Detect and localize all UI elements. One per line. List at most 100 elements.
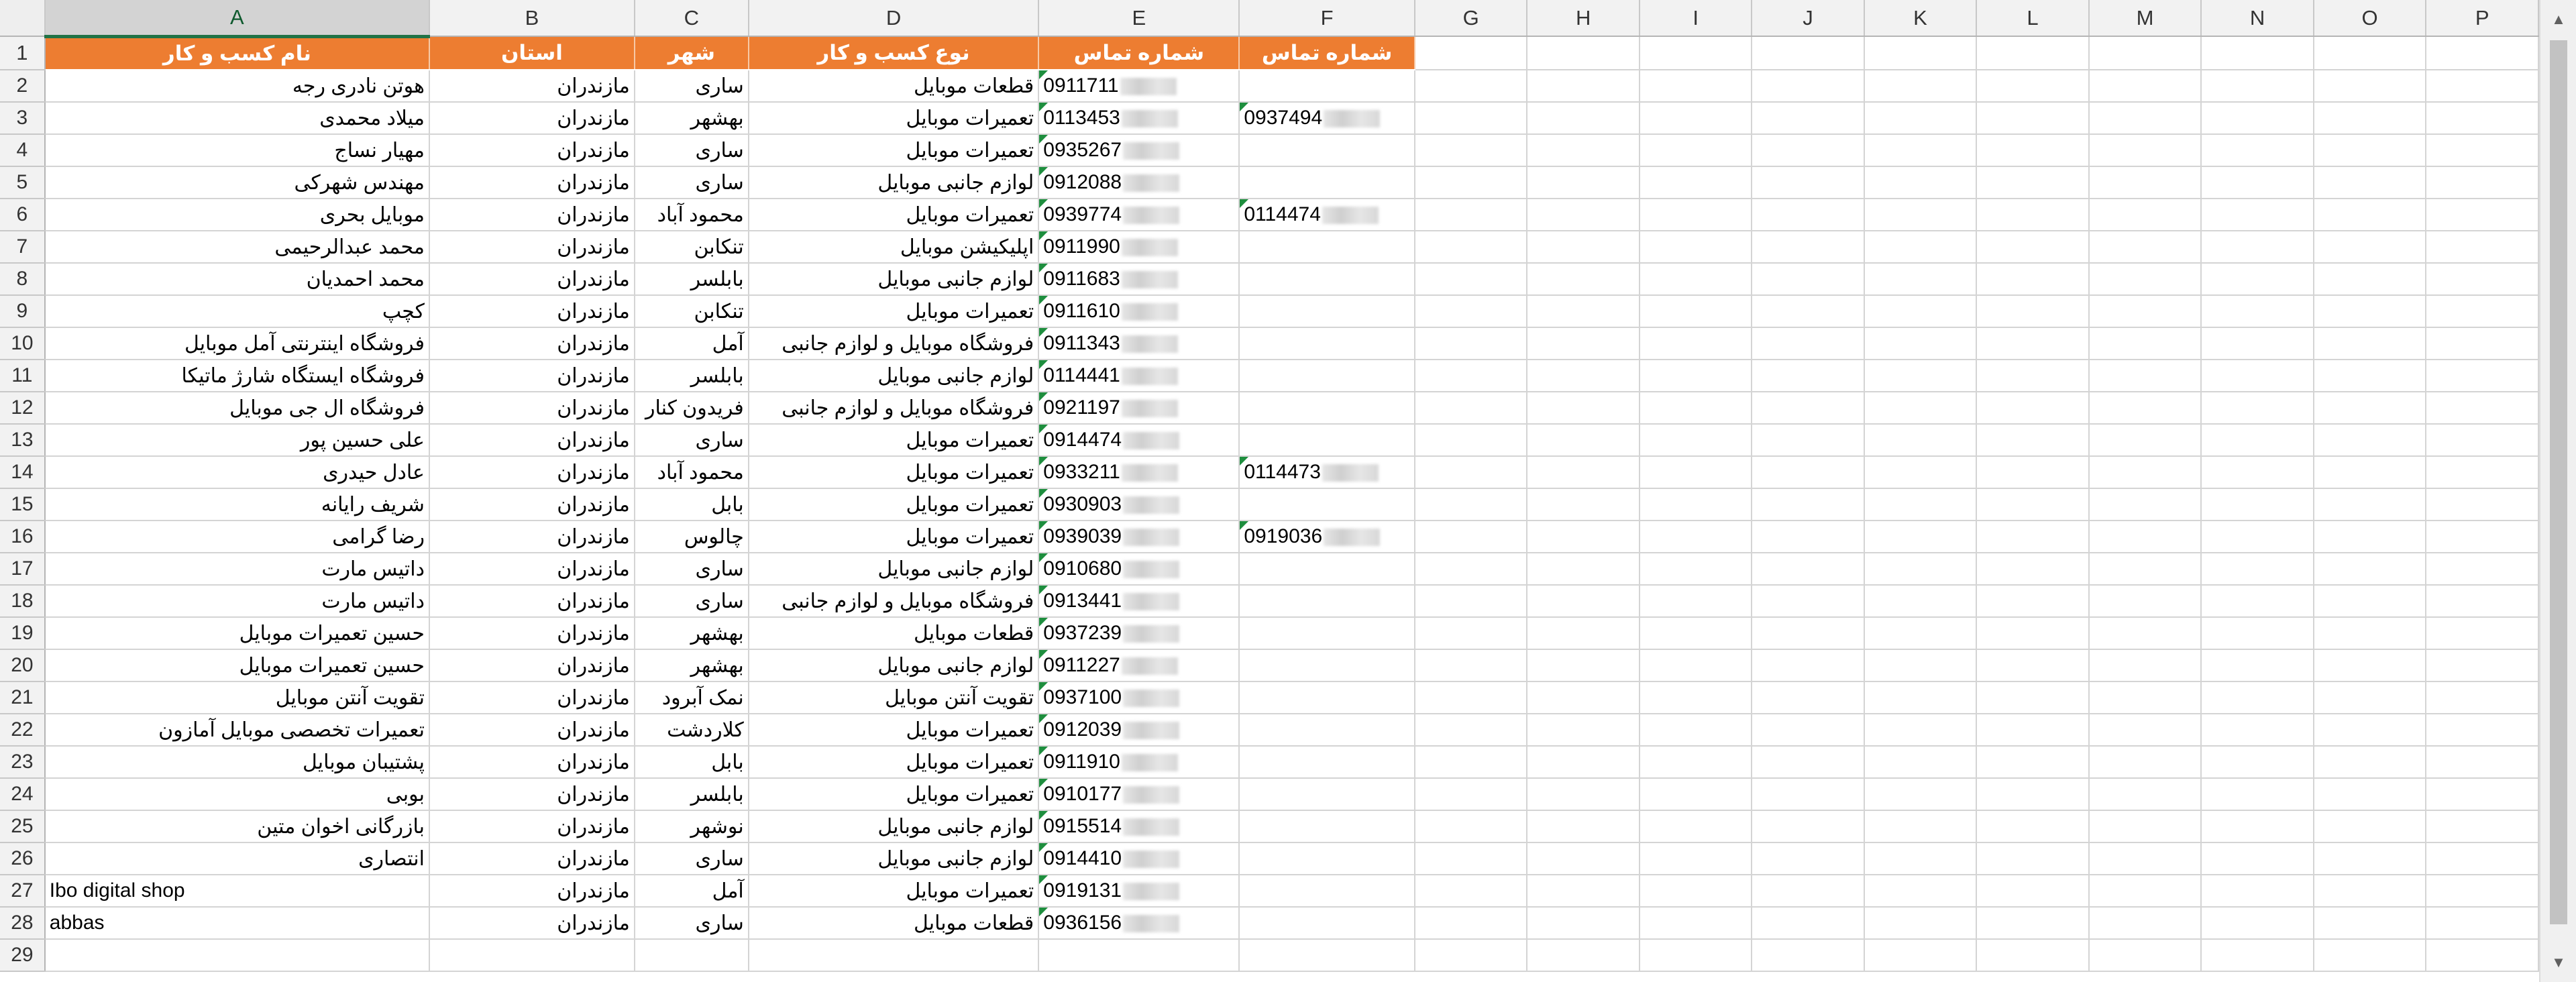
- cell-business-type[interactable]: لوازم جانبی موبایل: [748, 553, 1040, 586]
- cell[interactable]: [1527, 327, 1640, 360]
- row-header-17[interactable]: 17: [0, 553, 46, 586]
- cell[interactable]: [1976, 553, 2090, 586]
- cell[interactable]: [1864, 553, 1978, 586]
- column-header-o[interactable]: O: [2313, 0, 2427, 37]
- column-header-a[interactable]: A: [44, 0, 430, 38]
- cell[interactable]: [1414, 842, 1528, 875]
- cell-phone[interactable]: 0910680: [1038, 553, 1240, 586]
- cell[interactable]: [1864, 778, 1978, 811]
- cell-province[interactable]: مازندران: [429, 842, 635, 875]
- cell[interactable]: [1752, 617, 1865, 650]
- cell-business-name[interactable]: موبایل بحری: [44, 199, 430, 231]
- cell[interactable]: [1976, 585, 2090, 618]
- cell[interactable]: [2313, 939, 2427, 972]
- cell[interactable]: [1527, 102, 1640, 135]
- row-header-1[interactable]: 1: [0, 36, 46, 70]
- cell-business-name[interactable]: abbas: [44, 907, 430, 940]
- cell-business-name[interactable]: رضا گرامی: [44, 521, 430, 553]
- cell-phone-2[interactable]: [1239, 617, 1415, 650]
- cell[interactable]: [1976, 875, 2090, 908]
- cell[interactable]: [1752, 424, 1865, 457]
- cell[interactable]: [1864, 907, 1978, 940]
- cell[interactable]: [2088, 488, 2202, 521]
- cell[interactable]: [1976, 327, 2090, 360]
- row-header-5[interactable]: 5: [0, 166, 46, 199]
- cell[interactable]: [1527, 134, 1640, 167]
- cell[interactable]: [1639, 166, 1753, 199]
- cell[interactable]: [1976, 392, 2090, 425]
- cell[interactable]: [1752, 134, 1865, 167]
- cell-business-type[interactable]: تقویت آنتن موبایل: [748, 681, 1040, 714]
- cell[interactable]: [1639, 424, 1753, 457]
- cell[interactable]: [1414, 810, 1528, 843]
- cell[interactable]: [2426, 199, 2539, 231]
- cell[interactable]: [1752, 360, 1865, 392]
- cell[interactable]: [1639, 810, 1753, 843]
- select-all-corner[interactable]: [0, 0, 46, 37]
- cell[interactable]: [1639, 521, 1753, 553]
- cell[interactable]: [2426, 714, 2539, 747]
- cell[interactable]: [2313, 714, 2427, 747]
- cell-phone[interactable]: 0912088: [1038, 166, 1240, 199]
- cell[interactable]: [2201, 263, 2314, 296]
- cell[interactable]: [1864, 488, 1978, 521]
- column-header-k[interactable]: K: [1864, 0, 1978, 37]
- cell-city[interactable]: نمک آبرود: [634, 681, 749, 714]
- cell-business-type[interactable]: تعمیرات موبایل: [748, 295, 1040, 328]
- cell[interactable]: [1752, 553, 1865, 586]
- cell-business-type[interactable]: تعمیرات موبایل: [748, 102, 1040, 135]
- cell[interactable]: [1864, 521, 1978, 553]
- header-cell-business-type[interactable]: نوع کسب و کار: [748, 36, 1040, 70]
- column-header-m[interactable]: M: [2088, 0, 2202, 37]
- cell-phone-2[interactable]: [1239, 778, 1415, 811]
- cell-phone[interactable]: 0914474: [1038, 424, 1240, 457]
- cell[interactable]: [1639, 681, 1753, 714]
- row-header-7[interactable]: 7: [0, 231, 46, 264]
- cell[interactable]: [1414, 939, 1528, 972]
- cell[interactable]: [2426, 134, 2539, 167]
- row-header-13[interactable]: 13: [0, 424, 46, 457]
- cell-province[interactable]: مازندران: [429, 295, 635, 328]
- cell[interactable]: [2426, 327, 2539, 360]
- cell-business-name[interactable]: حسین تعمیرات موبایل: [44, 617, 430, 650]
- cell[interactable]: [1527, 231, 1640, 264]
- cell[interactable]: [2426, 907, 2539, 940]
- cell-phone-2[interactable]: 0114473: [1239, 456, 1415, 489]
- cell[interactable]: [1527, 166, 1640, 199]
- cell[interactable]: [1527, 617, 1640, 650]
- cell[interactable]: [1414, 456, 1528, 489]
- cell-phone[interactable]: 0937100: [1038, 681, 1240, 714]
- cell[interactable]: [1752, 263, 1865, 296]
- cell[interactable]: [1414, 263, 1528, 296]
- cell[interactable]: [2201, 810, 2314, 843]
- cell[interactable]: [2426, 778, 2539, 811]
- cell-phone[interactable]: 0914410: [1038, 842, 1240, 875]
- column-header-b[interactable]: B: [429, 0, 635, 37]
- cell-phone-2[interactable]: [1239, 810, 1415, 843]
- cell-province[interactable]: مازندران: [429, 617, 635, 650]
- cell[interactable]: [1752, 907, 1865, 940]
- cell[interactable]: [2088, 875, 2202, 908]
- cell[interactable]: [2313, 295, 2427, 328]
- cell-phone[interactable]: 0911343: [1038, 327, 1240, 360]
- cell[interactable]: [2088, 456, 2202, 489]
- cell[interactable]: [1414, 553, 1528, 586]
- cell-province[interactable]: مازندران: [429, 134, 635, 167]
- cell[interactable]: [1864, 231, 1978, 264]
- cell[interactable]: [1864, 939, 1978, 972]
- cell[interactable]: [1639, 199, 1753, 231]
- cell-business-name[interactable]: میلاد محمدی: [44, 102, 430, 135]
- cell-province[interactable]: مازندران: [429, 875, 635, 908]
- cell-business-name[interactable]: داتیس مارت: [44, 553, 430, 586]
- row-header-14[interactable]: 14: [0, 456, 46, 489]
- cell-city[interactable]: نوشهر: [634, 810, 749, 843]
- cell-province[interactable]: مازندران: [429, 166, 635, 199]
- header-cell-business-name[interactable]: نام کسب و کار: [44, 36, 430, 70]
- cell[interactable]: [2201, 939, 2314, 972]
- cell-phone-2[interactable]: [1239, 327, 1415, 360]
- cell[interactable]: [2426, 649, 2539, 682]
- cell-phone-2[interactable]: [1239, 424, 1415, 457]
- cell-phone-2[interactable]: [1239, 134, 1415, 167]
- cell[interactable]: [1752, 939, 1865, 972]
- row-header-4[interactable]: 4: [0, 134, 46, 167]
